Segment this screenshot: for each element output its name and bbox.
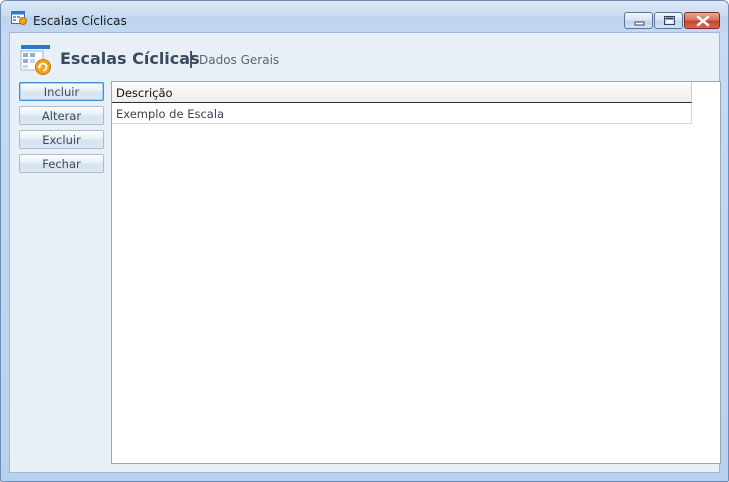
window-title: Escalas Cíclicas [33, 14, 127, 28]
close-icon [696, 15, 710, 27]
edit-button[interactable]: Alterar [19, 106, 104, 125]
page-subtitle: Dados Gerais [199, 53, 280, 67]
minimize-button[interactable] [624, 12, 653, 29]
maximize-icon [664, 16, 675, 25]
delete-button[interactable]: Excluir [19, 130, 104, 149]
title-bar[interactable]: Escalas Cíclicas [1, 1, 728, 32]
page-title: Escalas Cíclicas [60, 49, 200, 68]
maximize-button[interactable] [654, 12, 683, 29]
data-grid[interactable]: Descrição Exemplo de Escala [111, 81, 721, 464]
column-header-descricao[interactable]: Descrição [116, 86, 173, 100]
title-separator: | [188, 49, 195, 69]
calendar-refresh-icon [20, 44, 52, 76]
table-cell: Exemplo de Escala [116, 107, 225, 121]
minimize-icon [634, 21, 645, 26]
client-area: Escalas Cíclicas | Dados Gerais Incluir … [9, 32, 721, 473]
calendar-icon [11, 10, 27, 25]
table-row[interactable]: Exemplo de Escala [112, 103, 692, 124]
close-button[interactable] [684, 12, 720, 29]
include-button[interactable]: Incluir [19, 82, 104, 101]
grid-header[interactable]: Descrição [112, 82, 692, 103]
app-window: Escalas Cíclicas Escalas Cíclicas | Dado… [0, 0, 729, 482]
close-form-button[interactable]: Fechar [19, 154, 104, 173]
